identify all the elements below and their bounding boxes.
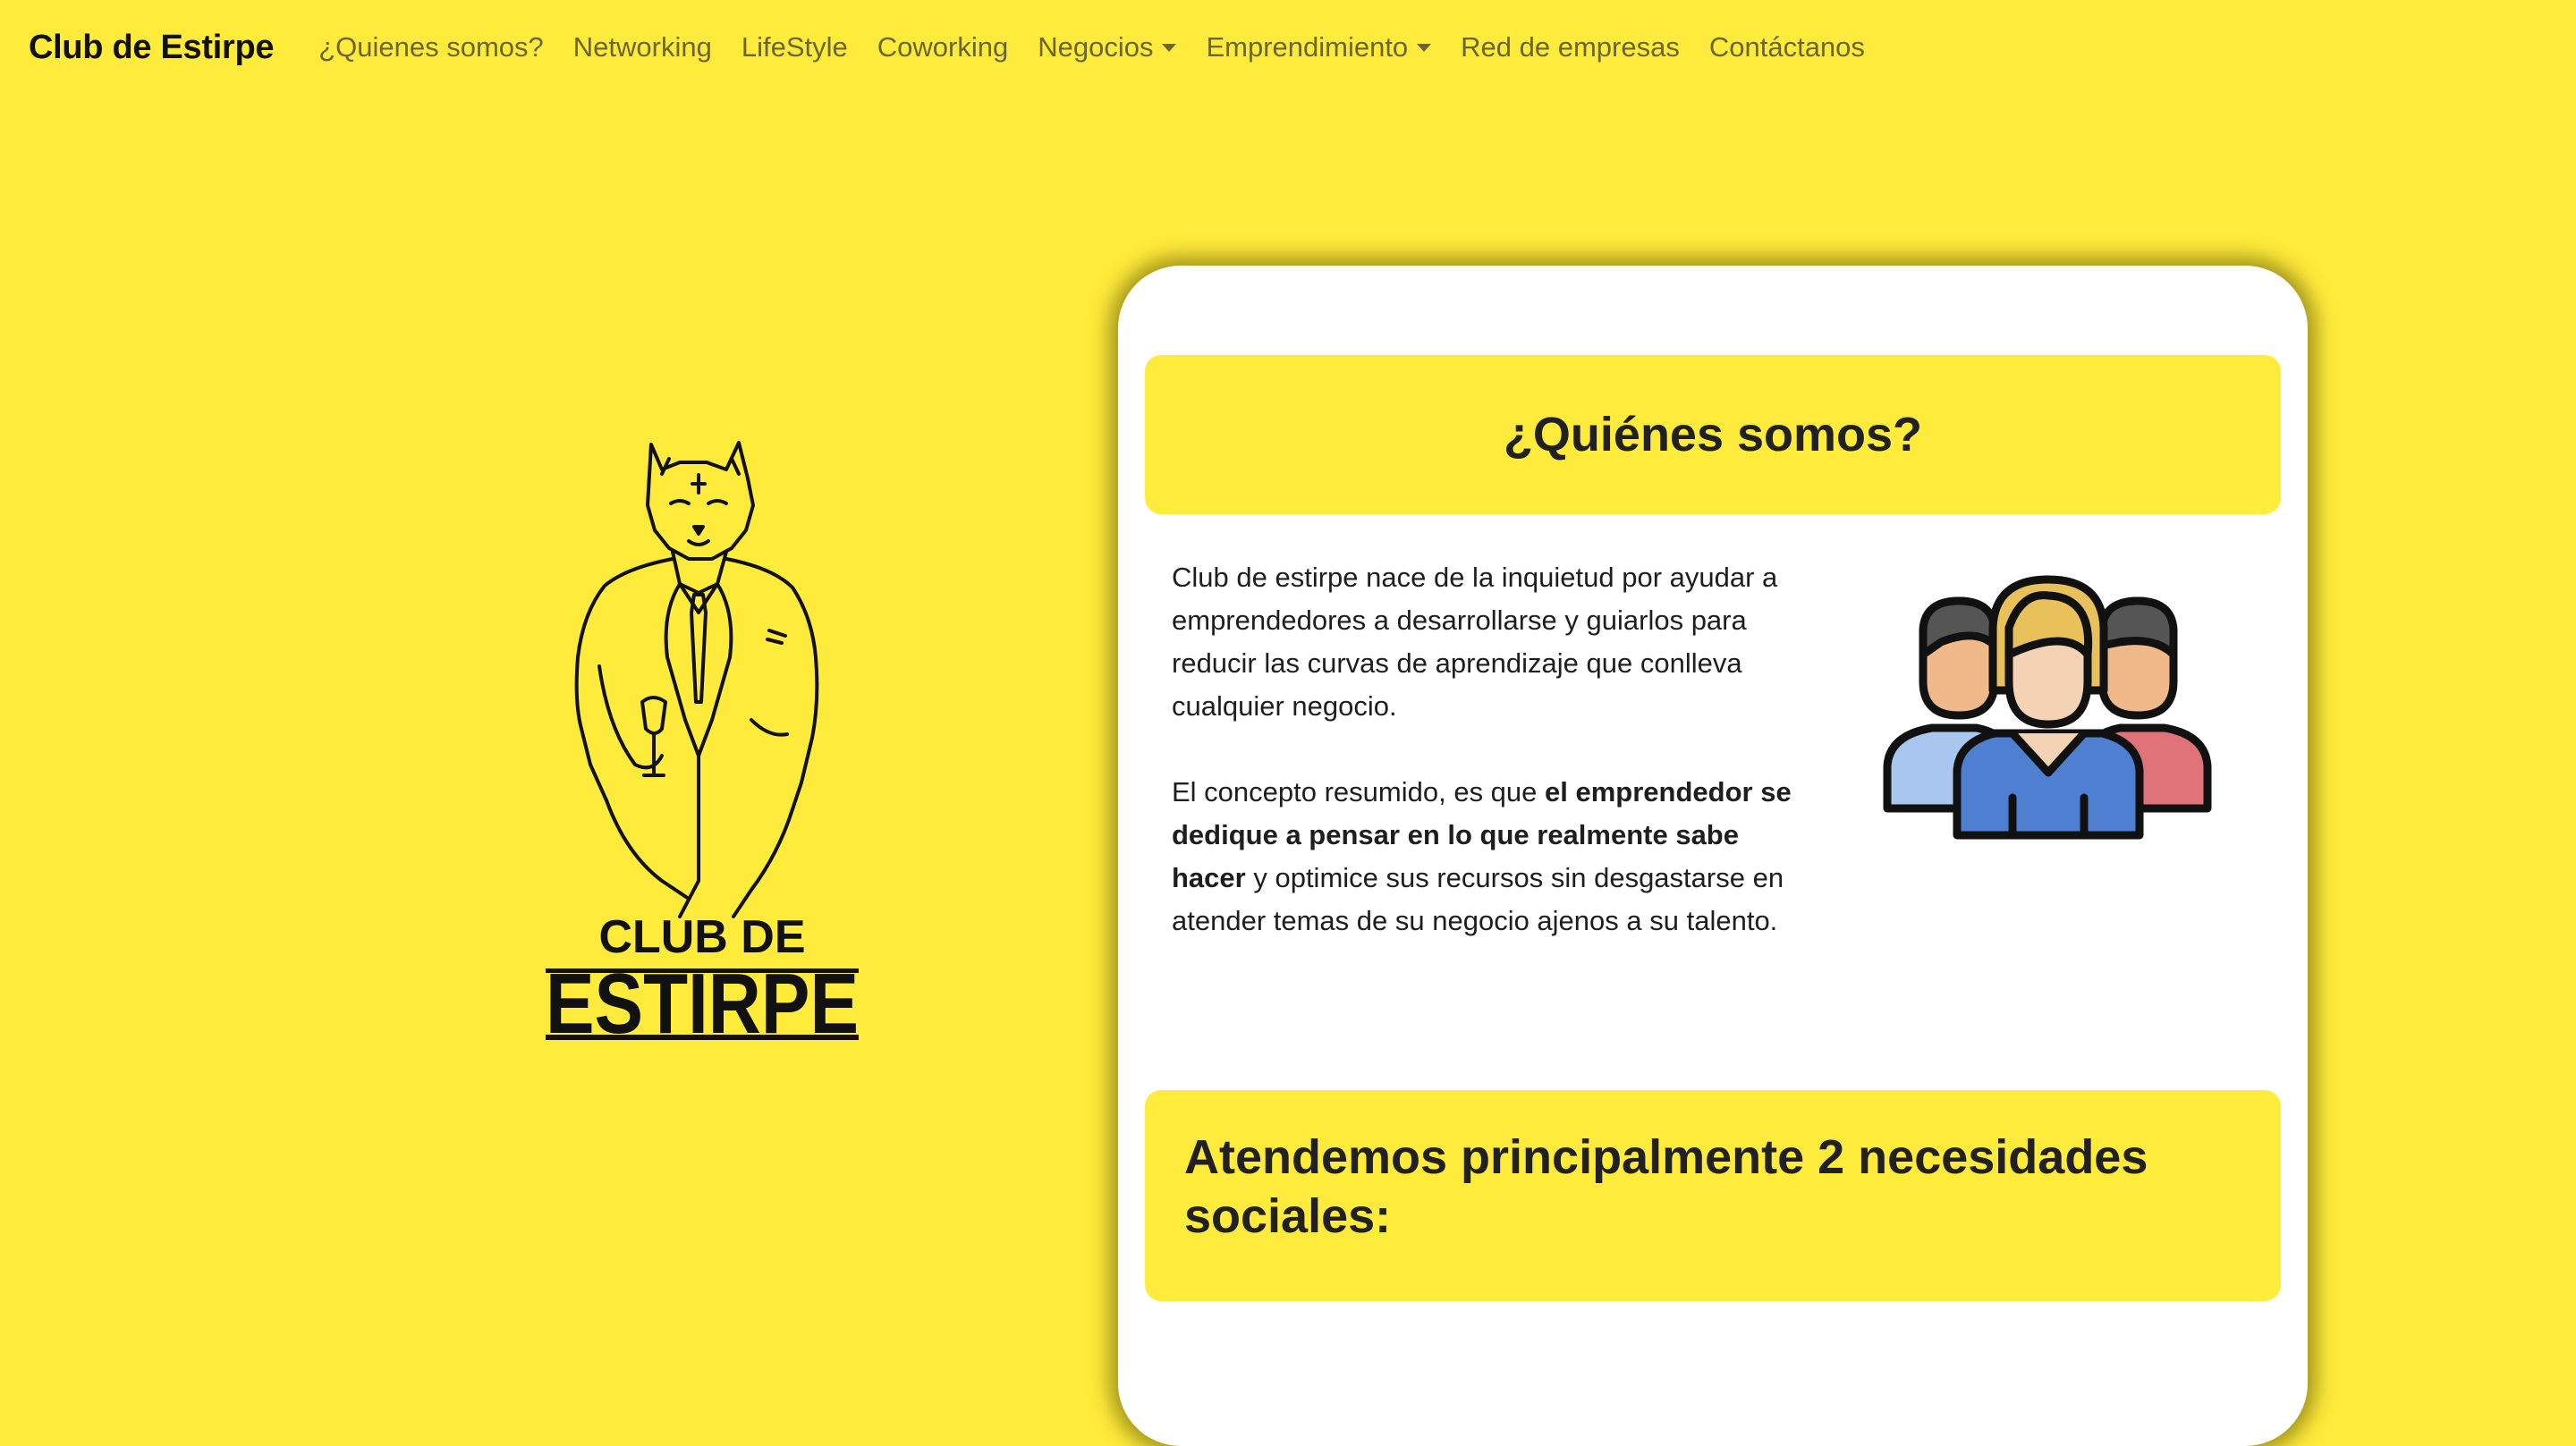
- needs-title: Atendemos principalmente 2 necesidades s…: [1184, 1130, 2148, 1243]
- nav-item-label: Red de empresas: [1461, 31, 1680, 63]
- nav-item-label: ¿Quienes somos?: [318, 31, 544, 63]
- about-title: ¿Quiénes somos?: [1503, 408, 1923, 461]
- nav-item-networking[interactable]: Networking: [573, 31, 712, 63]
- about-title-card: ¿Quiénes somos?: [1145, 355, 2281, 514]
- paragraph-text: El concepto resumido, es que: [1172, 776, 1546, 808]
- nav-item-quienes-somos[interactable]: ¿Quienes somos?: [318, 31, 544, 63]
- brand-link[interactable]: Club de Estirpe: [29, 29, 275, 67]
- about-paragraph-1: Club de estirpe nace de la inquietud por…: [1172, 562, 1778, 722]
- nav-item-label: Networking: [572, 31, 712, 63]
- nav-item-label: Emprendimiento: [1206, 31, 1409, 63]
- caret-down-icon: [1417, 43, 1432, 52]
- nav-dropdown-negocios[interactable]: Negocios: [1038, 31, 1177, 63]
- nav-item-label: Coworking: [877, 31, 1009, 63]
- nav-item-label: LifeStyle: [741, 31, 848, 63]
- nav-item-label: Negocios: [1038, 31, 1154, 63]
- panther-logo-icon: CLUB DE ESTIRPE: [546, 441, 859, 1052]
- nav-item-contactanos[interactable]: Contáctanos: [1709, 31, 1865, 63]
- nav-item-lifestyle[interactable]: LifeStyle: [741, 31, 848, 63]
- about-text: Club de estirpe nace de la inquietud por…: [1172, 556, 1798, 985]
- nav-item-coworking[interactable]: Coworking: [877, 31, 1008, 63]
- about-paragraph-2: El concepto resumido, es que el emprende…: [1172, 771, 1798, 943]
- club-logo: CLUB DE ESTIRPE: [528, 434, 877, 1052]
- nav-item-label: Contáctanos: [1708, 31, 1865, 63]
- caret-down-icon: [1162, 43, 1177, 52]
- top-navbar: Club de Estirpe ¿Quienes somos? Networki…: [0, 0, 2576, 95]
- phone-frame: ¿Quiénes somos? Club de estirpe nace de …: [1118, 266, 2308, 1446]
- nav-dropdown-emprendimiento[interactable]: Emprendimiento: [1206, 31, 1432, 63]
- paragraph-text: y optimice sus recursos sin desgastarse …: [1172, 862, 1784, 936]
- nav-item-red-de-empresas[interactable]: Red de empresas: [1461, 31, 1680, 63]
- logo-line-2: ESTIRPE: [546, 956, 859, 1042]
- team-people-icon: [1878, 574, 2218, 842]
- needs-card: Atendemos principalmente 2 necesidades s…: [1145, 1090, 2281, 1301]
